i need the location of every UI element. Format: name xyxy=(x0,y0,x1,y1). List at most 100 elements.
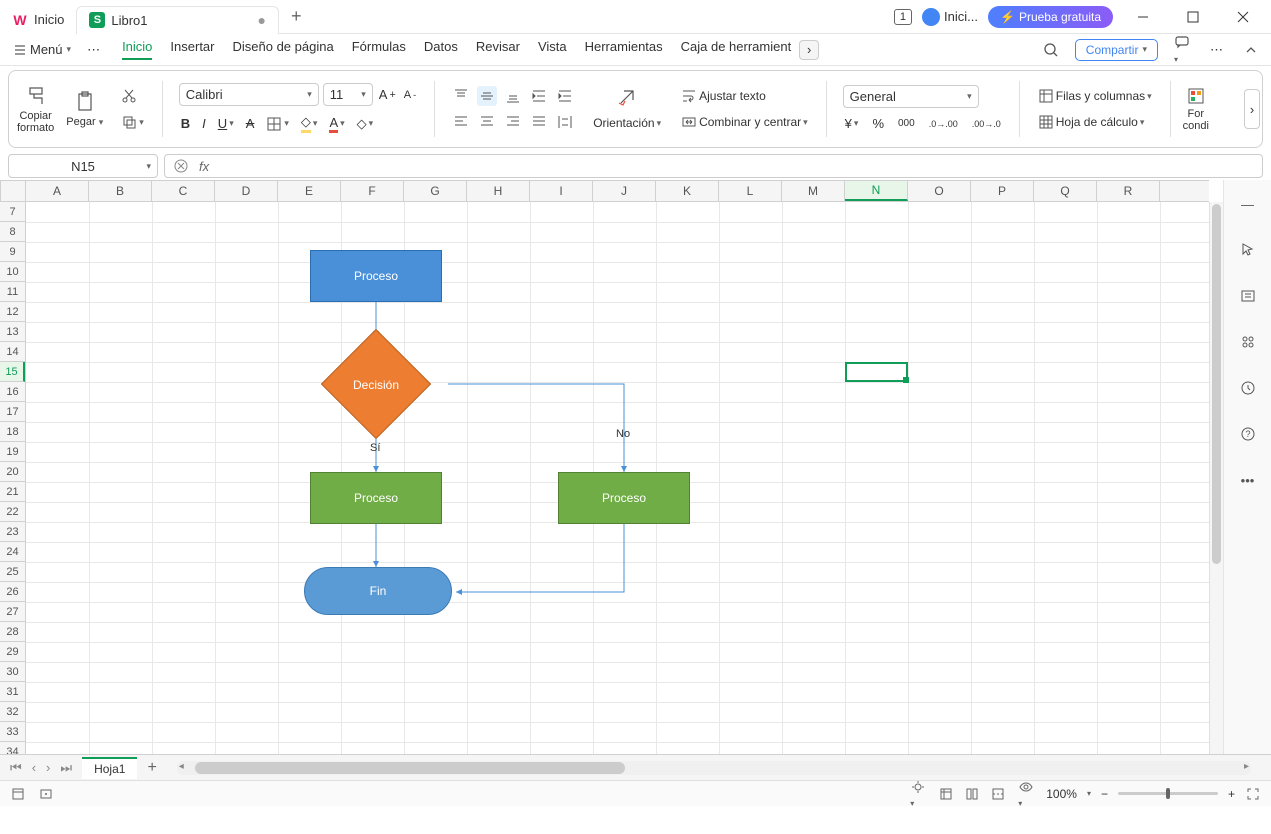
row-header-23[interactable]: 23 xyxy=(0,522,25,542)
collapse-ribbon-button[interactable] xyxy=(1239,38,1263,62)
tab-datos[interactable]: Datos xyxy=(424,39,458,60)
new-tab-button[interactable]: + xyxy=(279,6,314,27)
ribbon-expand-button[interactable]: › xyxy=(1244,89,1260,129)
page-layout-button[interactable] xyxy=(964,786,980,802)
fx-icon[interactable]: fx xyxy=(199,159,209,174)
tab-modified-icon[interactable]: ● xyxy=(258,12,266,28)
trial-button[interactable]: ⚡ Prueba gratuita xyxy=(988,6,1113,28)
col-header-Q[interactable]: Q xyxy=(1034,181,1097,201)
align-center-button[interactable] xyxy=(477,112,497,132)
properties-button[interactable] xyxy=(1234,282,1262,310)
document-tab[interactable]: S Libro1 ● xyxy=(76,6,279,34)
worksheet-button[interactable]: Hoja de cálculo▾ xyxy=(1036,112,1154,132)
wrap-text-button[interactable]: Ajustar texto xyxy=(679,86,810,106)
zoom-level[interactable]: 100% xyxy=(1046,787,1077,801)
flowchart-terminator[interactable]: Fin xyxy=(304,567,452,615)
close-button[interactable] xyxy=(1223,2,1263,32)
row-header-29[interactable]: 29 xyxy=(0,642,25,662)
font-select[interactable]: Calibri▾ xyxy=(179,83,319,106)
currency-button[interactable]: ¥▾ xyxy=(843,114,861,133)
chat-button[interactable]: ▾ xyxy=(1170,30,1194,69)
underline-button[interactable]: U▾ xyxy=(216,114,236,133)
tab-vista[interactable]: Vista xyxy=(538,39,567,60)
flowchart-process-2[interactable]: Proceso xyxy=(310,472,442,524)
tab-insertar[interactable]: Insertar xyxy=(170,39,214,60)
tabs-scroll-right[interactable]: › xyxy=(799,40,819,60)
collapse-panel-button[interactable]: — xyxy=(1234,190,1262,218)
vertical-scrollbar[interactable] xyxy=(1209,202,1223,754)
decrease-decimal-button[interactable]: .00→.0 xyxy=(970,117,1003,131)
hscroll-thumb[interactable] xyxy=(195,762,625,774)
clear-format-button[interactable] xyxy=(591,86,663,108)
tab-diseno[interactable]: Diseño de página xyxy=(233,39,334,60)
row-header-28[interactable]: 28 xyxy=(0,622,25,642)
user-menu[interactable]: Inici... xyxy=(922,8,978,26)
share-button[interactable]: Compartir ▾ xyxy=(1075,39,1158,61)
vscroll-thumb[interactable] xyxy=(1212,204,1221,564)
col-header-J[interactable]: J xyxy=(593,181,656,201)
col-header-M[interactable]: M xyxy=(782,181,845,201)
col-header-O[interactable]: O xyxy=(908,181,971,201)
eye-button[interactable]: ▾ xyxy=(1016,777,1036,811)
col-header-D[interactable]: D xyxy=(215,181,278,201)
col-header-L[interactable]: L xyxy=(719,181,782,201)
row-header-13[interactable]: 13 xyxy=(0,322,25,342)
row-header-30[interactable]: 30 xyxy=(0,662,25,682)
tab-formulas[interactable]: Fórmulas xyxy=(352,39,406,60)
horizontal-scrollbar[interactable]: ◂ ▸ xyxy=(177,761,1251,775)
row-header-31[interactable]: 31 xyxy=(0,682,25,702)
row-header-27[interactable]: 27 xyxy=(0,602,25,622)
sheet-tab[interactable]: Hoja1 xyxy=(82,757,137,779)
help-button[interactable]: ? xyxy=(1234,420,1262,448)
rows-cols-button[interactable]: Filas y columnas▾ xyxy=(1036,86,1154,106)
format-painter-button[interactable]: Copiar formato xyxy=(17,84,54,134)
justify-button[interactable] xyxy=(529,112,549,132)
select-tool-button[interactable] xyxy=(1234,236,1262,264)
reading-mode-button[interactable] xyxy=(38,786,54,802)
align-bottom-button[interactable] xyxy=(503,86,523,106)
col-header-R[interactable]: R xyxy=(1097,181,1160,201)
search-button[interactable] xyxy=(1039,38,1063,62)
align-top-button[interactable] xyxy=(451,86,471,106)
row-header-26[interactable]: 26 xyxy=(0,582,25,602)
menu-more[interactable]: ⋯ xyxy=(81,40,106,60)
row-header-15[interactable]: 15 xyxy=(0,362,25,382)
copy-button[interactable]: ▾ xyxy=(119,112,146,132)
show-panel-button[interactable] xyxy=(10,786,26,802)
tab-herramientas[interactable]: Herramientas xyxy=(585,39,663,60)
formula-input[interactable]: fx xyxy=(164,154,1263,178)
menu-button[interactable]: Menú ▾ xyxy=(8,40,77,59)
distribute-button[interactable] xyxy=(555,112,575,132)
col-header-K[interactable]: K xyxy=(656,181,719,201)
history-button[interactable] xyxy=(1234,374,1262,402)
row-header-8[interactable]: 8 xyxy=(0,222,25,242)
row-header-32[interactable]: 32 xyxy=(0,702,25,722)
row-header-19[interactable]: 19 xyxy=(0,442,25,462)
sheet-last-button[interactable]: ⏭ xyxy=(56,758,76,778)
name-box[interactable]: N15 ▾ xyxy=(8,154,158,178)
row-header-25[interactable]: 25 xyxy=(0,562,25,582)
row-header-11[interactable]: 11 xyxy=(0,282,25,302)
comma-button[interactable]: 000 xyxy=(896,116,917,131)
row-header-34[interactable]: 34 xyxy=(0,742,25,754)
row-header-33[interactable]: 33 xyxy=(0,722,25,742)
tab-revisar[interactable]: Revisar xyxy=(476,39,520,60)
tab-toolbox[interactable]: Caja de herramient xyxy=(681,39,792,60)
row-header-22[interactable]: 22 xyxy=(0,502,25,522)
merge-button[interactable]: Combinar y centrar▾ xyxy=(679,112,810,132)
spreadsheet-grid[interactable]: ABCDEFGHIJKLMNOPQR 789101112131415161718… xyxy=(0,180,1223,754)
hscroll-left[interactable]: ◂ xyxy=(179,761,184,772)
bold-button[interactable]: B xyxy=(179,114,192,133)
col-header-H[interactable]: H xyxy=(467,181,530,201)
orientation-button[interactable]: Orientación▾ xyxy=(591,114,663,132)
col-header-B[interactable]: B xyxy=(89,181,152,201)
zoom-in-button[interactable]: + xyxy=(1228,787,1235,801)
cut-button[interactable] xyxy=(119,86,146,106)
percent-button[interactable]: % xyxy=(870,114,886,133)
flowchart-process-1[interactable]: Proceso xyxy=(310,250,442,302)
border-button[interactable]: ▾ xyxy=(264,114,291,134)
styles-button[interactable] xyxy=(1234,328,1262,356)
tab-inicio[interactable]: Inicio xyxy=(122,39,152,60)
row-header-9[interactable]: 9 xyxy=(0,242,25,262)
flowchart-process-3[interactable]: Proceso xyxy=(558,472,690,524)
